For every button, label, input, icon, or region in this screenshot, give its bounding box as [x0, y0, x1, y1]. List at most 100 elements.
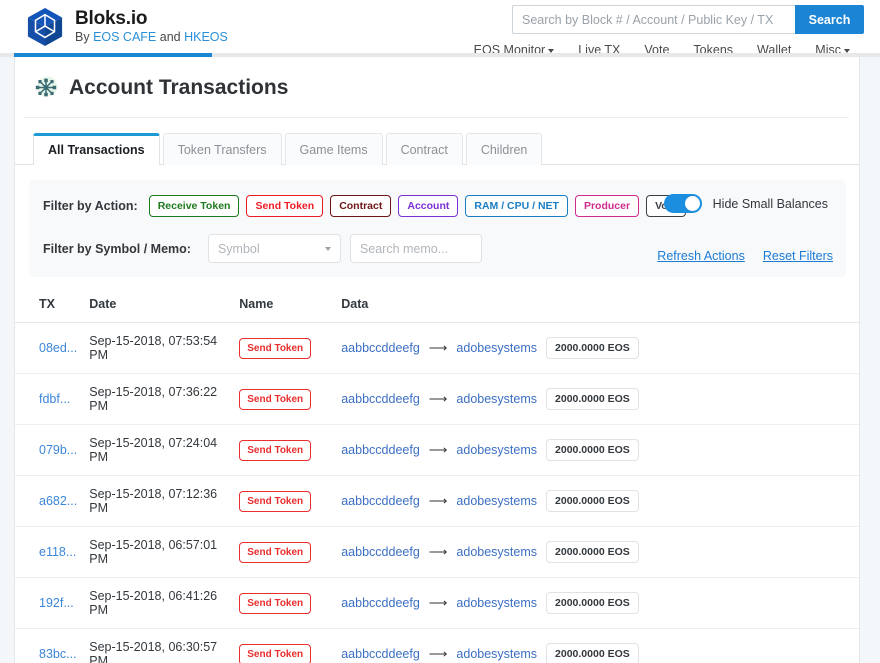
arrow-right-icon: ⟶ [428, 544, 448, 559]
from-account-link[interactable]: aabbccddeefg [341, 596, 420, 610]
link-eos-cafe[interactable]: EOS CAFE [93, 30, 156, 44]
hide-small-balances-label: Hide Small Balances [712, 196, 828, 211]
from-account-link[interactable]: aabbccddeefg [341, 443, 420, 457]
search-button[interactable]: Search [795, 5, 864, 34]
tx-link[interactable]: e118... [39, 545, 76, 559]
brand-title: Bloks.io [75, 8, 148, 30]
amount-badge: 2000.0000 EOS [546, 490, 639, 512]
tab-children[interactable]: Children [465, 133, 543, 165]
arrow-right-icon: ⟶ [428, 442, 448, 457]
chip-send-token[interactable]: Send Token [246, 195, 324, 217]
cell-date: Sep-15-2018, 07:36:22 PM [83, 373, 234, 425]
table-head: TX Date Name Data [15, 287, 859, 323]
brand-subtitle: By EOS CAFE and HKEOS [75, 31, 228, 44]
to-account-link[interactable]: adobesystems [456, 647, 537, 661]
filter-panel: Filter by Action: Receive Token Send Tok… [29, 180, 846, 277]
tab-token-transfers[interactable]: Token Transfers [162, 133, 282, 165]
tx-link[interactable]: 079b... [39, 443, 77, 457]
action-badge-send-token[interactable]: Send Token [239, 643, 312, 663]
chip-ram-cpu-net[interactable]: RAM / CPU / NET [465, 195, 568, 217]
from-account-link[interactable]: aabbccddeefg [341, 647, 420, 661]
arrow-right-icon: ⟶ [428, 493, 448, 508]
cell-date: Sep-15-2018, 07:24:04 PM [83, 424, 234, 476]
tx-link[interactable]: a682... [39, 494, 77, 508]
cell-date: Sep-15-2018, 07:53:54 PM [83, 322, 234, 374]
page-header: Account Transactions [24, 57, 849, 118]
cube-icon [27, 8, 63, 46]
chip-contract[interactable]: Contract [330, 195, 392, 217]
tx-link[interactable]: 08ed... [39, 341, 77, 355]
cell-data: aabbccddeefg ⟶ adobesystems 2000.0000 EOS [335, 526, 859, 578]
column-header-date: Date [83, 287, 234, 323]
transfer-detail: aabbccddeefg ⟶ adobesystems 2000.0000 EOS [341, 388, 853, 410]
transfer-detail: aabbccddeefg ⟶ adobesystems 2000.0000 EOS [341, 439, 853, 461]
search-bar: Search [512, 5, 864, 34]
tab-contract[interactable]: Contract [385, 133, 463, 165]
tx-link[interactable]: fdbf... [39, 392, 70, 406]
tab-bar: All Transactions Token Transfers Game It… [15, 118, 859, 165]
site-header: Bloks.io By EOS CAFE and HKEOS Search EO… [0, 0, 880, 57]
action-badge-send-token[interactable]: Send Token [239, 337, 312, 359]
cell-tx: fdbf... [15, 373, 84, 425]
toggle-knob [684, 196, 700, 211]
from-account-link[interactable]: aabbccddeefg [341, 494, 420, 508]
cell-name: Send Token [233, 373, 336, 425]
memo-search-input[interactable] [349, 234, 482, 263]
from-account-link[interactable]: aabbccddeefg [341, 341, 420, 355]
network-nodes-icon [35, 76, 58, 97]
chip-receive-token[interactable]: Receive Token [148, 195, 240, 217]
from-account-link[interactable]: aabbccddeefg [341, 545, 420, 559]
cell-date: Sep-15-2018, 06:41:26 PM [83, 577, 234, 629]
tx-link[interactable]: 192f... [39, 596, 74, 610]
table-row: a682... Sep-15-2018, 07:12:36 PM Send Toke… [15, 475, 859, 527]
cell-name: Send Token [233, 628, 336, 663]
brand[interactable]: Bloks.io By EOS CAFE and HKEOS [0, 0, 228, 47]
cell-tx: 192f... [15, 577, 84, 629]
amount-badge: 2000.0000 EOS [546, 592, 639, 614]
to-account-link[interactable]: adobesystems [456, 341, 537, 355]
cell-data: aabbccddeefg ⟶ adobesystems 2000.0000 EOS [335, 424, 859, 476]
cell-name: Send Token [233, 577, 336, 629]
action-badge-send-token[interactable]: Send Token [239, 439, 312, 461]
to-account-link[interactable]: adobesystems [456, 443, 537, 457]
symbol-select-value: Symbol [217, 241, 260, 256]
chip-account[interactable]: Account [398, 195, 459, 217]
table-header-row: TX Date Name Data [15, 287, 859, 323]
search-input[interactable] [512, 5, 795, 34]
action-badge-send-token[interactable]: Send Token [239, 388, 312, 410]
action-badge-send-token[interactable]: Send Token [239, 592, 312, 614]
hide-small-balances-toggle[interactable] [663, 194, 702, 213]
content-card: Account Transactions All Transactions To… [14, 57, 860, 663]
hide-small-balances-control[interactable]: Hide Small Balances [663, 194, 828, 213]
column-header-data: Data [335, 287, 859, 323]
to-account-link[interactable]: adobesystems [456, 596, 537, 610]
cell-tx: 83bc... [15, 628, 84, 663]
cell-data: aabbccddeefg ⟶ adobesystems 2000.0000 EOS [335, 628, 859, 663]
cell-date: Sep-15-2018, 06:30:57 PM [83, 628, 234, 663]
reset-filters-link[interactable]: Reset Filters [763, 249, 833, 263]
table-row: 079b... Sep-15-2018, 07:24:04 PM Send Toke… [15, 424, 859, 476]
filter-symbol-memo-label: Filter by Symbol / Memo: [43, 241, 191, 256]
table-row: e118... Sep-15-2018, 06:57:01 PM Send Toke… [15, 526, 859, 578]
tab-all-transactions[interactable]: All Transactions [33, 133, 160, 165]
to-account-link[interactable]: adobesystems [456, 494, 537, 508]
brand-by-prefix: By [75, 30, 94, 45]
action-badge-send-token[interactable]: Send Token [239, 541, 312, 563]
table-row: fdbf... Sep-15-2018, 07:36:22 PM Send Toke… [15, 373, 859, 425]
from-account-link[interactable]: aabbccddeefg [341, 392, 420, 406]
filter-action-links: Refresh Actions Reset Filters [657, 249, 833, 263]
symbol-select[interactable]: Symbol [207, 234, 341, 263]
chip-producer[interactable]: Producer [574, 195, 640, 217]
cell-tx: 08ed... [15, 322, 84, 374]
transfer-detail: aabbccddeefg ⟶ adobesystems 2000.0000 EOS [341, 337, 853, 359]
tx-link[interactable]: 83bc... [39, 647, 77, 661]
amount-badge: 2000.0000 EOS [546, 439, 639, 461]
transfer-detail: aabbccddeefg ⟶ adobesystems 2000.0000 EOS [341, 490, 853, 512]
to-account-link[interactable]: adobesystems [456, 545, 537, 559]
link-hkeos[interactable]: HKEOS [184, 30, 228, 44]
cell-name: Send Token [233, 322, 336, 374]
refresh-actions-link[interactable]: Refresh Actions [657, 249, 745, 263]
to-account-link[interactable]: adobesystems [456, 392, 537, 406]
tab-game-items[interactable]: Game Items [284, 133, 383, 165]
action-badge-send-token[interactable]: Send Token [239, 490, 312, 512]
